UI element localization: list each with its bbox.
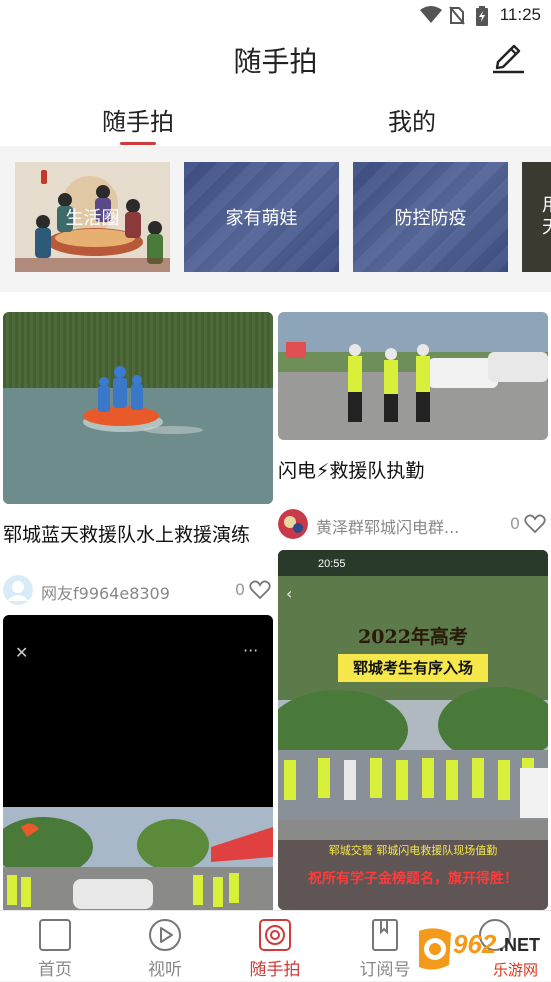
- close-icon[interactable]: ✕: [15, 643, 28, 662]
- headline-2: 郓城考生有序入场: [338, 654, 488, 682]
- heart-icon[interactable]: [524, 514, 546, 534]
- username[interactable]: 网友f9964e8309: [41, 580, 170, 604]
- post-meta: 网友f9964e8309 0: [3, 575, 273, 605]
- post-video[interactable]: ✕ ···: [3, 615, 273, 910]
- watermark-suffix: .NET: [499, 935, 541, 955]
- watermark-logo: 962 .NET 乐游网: [415, 925, 551, 981]
- category-strip[interactable]: 生活圈 家有萌娃 防控防疫 用天: [0, 146, 551, 286]
- feed-card[interactable]: 郓城蓝天救援队水上救援演练 网友f9964e8309 0: [3, 312, 273, 605]
- inner-status-time: 20:55: [318, 558, 346, 570]
- username[interactable]: 黄泽群郓城闪电群...: [316, 514, 459, 538]
- duty-team-photo: [278, 312, 548, 440]
- headline-1: 2022年高考: [358, 626, 468, 648]
- page-title: 随手拍: [233, 45, 318, 78]
- feed-card[interactable]: 闪电⚡救援队执勤 黄泽群郓城闪电群... 0: [278, 312, 548, 542]
- nav-label: 首页: [38, 960, 72, 980]
- caption: 郓城交警 郓城闪电救援队现场值勤: [328, 844, 498, 857]
- post-title[interactable]: 闪电⚡救援队执勤: [278, 456, 424, 483]
- battery-icon: [476, 6, 488, 26]
- nav-home[interactable]: 首页: [10, 911, 100, 982]
- nav-label: 随手拍: [249, 960, 301, 980]
- category-label: 生活圈: [65, 208, 120, 229]
- watermark-brand: 962: [453, 929, 497, 959]
- nav-suishoupai[interactable]: 随手拍: [230, 911, 320, 982]
- category-label: 防控防疫: [394, 208, 467, 229]
- watermark-sub: 乐游网: [493, 961, 539, 979]
- post-image[interactable]: 20:55 ‹ 2022年高考 郓城考生有序入场 郓城交警 郓城闪电救援队现场值…: [278, 550, 548, 910]
- category-more[interactable]: 用天: [522, 162, 551, 272]
- more-icon[interactable]: ···: [243, 641, 258, 660]
- home-icon: [39, 919, 71, 951]
- feed-card[interactable]: 20:55 ‹ 2022年高考 郓城考生有序入场 郓城交警 郓城闪电救援队现场值…: [278, 550, 548, 910]
- no-sim-icon: [449, 6, 465, 25]
- active-tab-indicator: [120, 142, 156, 145]
- post-image[interactable]: [278, 312, 548, 440]
- back-icon[interactable]: ‹: [286, 584, 292, 603]
- status-time: 11:25: [499, 5, 541, 24]
- checkpoint-photo: [3, 807, 273, 910]
- app-header: 随手拍: [0, 30, 551, 90]
- post-meta: 黄泽群郓城闪电群... 0: [278, 509, 548, 539]
- like-count: 0: [509, 514, 520, 533]
- category-label: 用天: [542, 195, 551, 239]
- feed-card[interactable]: ✕ ···: [3, 615, 273, 910]
- post-title[interactable]: 郓城蓝天救援队水上救援演练: [3, 520, 250, 547]
- wifi-icon: [420, 6, 442, 23]
- like-count: 0: [234, 580, 245, 599]
- feed[interactable]: 郓城蓝天救援队水上救援演练 网友f9964e8309 0 闪电⚡救援队执勤 黄泽…: [0, 292, 551, 910]
- category-epidemic[interactable]: 防控防疫: [353, 162, 508, 272]
- tab-mine[interactable]: 我的: [388, 102, 436, 137]
- avatar[interactable]: [278, 509, 308, 539]
- camera-icon: [259, 919, 291, 951]
- avatar[interactable]: [3, 575, 33, 605]
- rescue-boat-photo: [3, 312, 273, 504]
- nav-label: 视听: [148, 960, 182, 980]
- tab-suishoupai[interactable]: 随手拍: [102, 102, 174, 137]
- edit-icon[interactable]: [490, 38, 526, 74]
- book-icon: [372, 919, 398, 951]
- banner: 祝所有学子金榜题名，旗开得胜！: [308, 871, 518, 887]
- heart-icon[interactable]: [249, 580, 271, 600]
- category-life-circle[interactable]: 生活圈: [15, 162, 170, 272]
- category-kids[interactable]: 家有萌娃: [184, 162, 339, 272]
- status-bar: 11:25: [0, 0, 551, 30]
- nav-video[interactable]: 视听: [120, 911, 210, 982]
- post-image[interactable]: [3, 312, 273, 504]
- play-icon: [149, 919, 181, 951]
- category-label: 家有萌娃: [225, 208, 298, 229]
- tab-bar: 随手拍 我的: [0, 90, 551, 146]
